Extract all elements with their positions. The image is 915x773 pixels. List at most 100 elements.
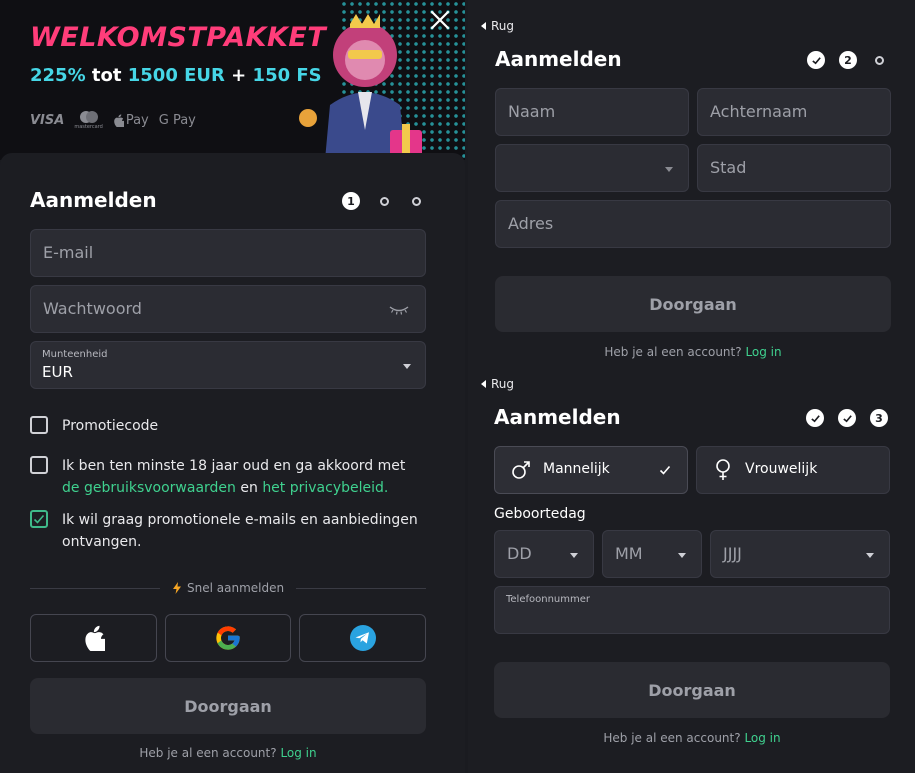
close-icon[interactable]	[428, 8, 452, 32]
login-prompt: Heb je al een account? Log in	[0, 746, 456, 760]
chevron-down-icon	[866, 553, 874, 558]
day-placeholder: DD	[507, 544, 532, 563]
back-link-step2[interactable]: Rug	[481, 19, 514, 33]
step-1-active: 1	[342, 192, 360, 210]
gender-female-option[interactable]: Vrouwelijk	[696, 446, 890, 494]
step-2-active: 2	[839, 51, 857, 69]
continue-button-step2[interactable]: Doorgaan	[495, 276, 891, 332]
eye-closed-icon[interactable]	[388, 304, 410, 316]
banner-title: WELKOMSTPAKKET	[30, 22, 327, 53]
apple-signin-button[interactable]	[30, 614, 157, 662]
terms-text-part2: en	[235, 480, 263, 496]
step-3-dot	[412, 196, 421, 206]
male-label: Mannelijk	[543, 461, 610, 477]
female-icon	[716, 459, 730, 480]
step-2-dot	[380, 196, 389, 206]
first-name-field[interactable]: Naam	[495, 88, 689, 136]
chevron-down-icon	[665, 167, 673, 172]
divider-left	[30, 588, 160, 589]
apple-pay-text: Pay	[125, 112, 149, 128]
visa-logo: VISA	[30, 112, 65, 128]
step2-indicator: 2	[807, 51, 884, 69]
back-link-step3[interactable]: Rug	[481, 377, 514, 391]
currency-value: EUR	[42, 363, 73, 381]
login-prompt-step2: Heb je al een account? Log in	[495, 345, 891, 359]
step-1-done	[807, 51, 825, 69]
divider-right	[296, 588, 426, 589]
password-placeholder: Wachtwoord	[43, 299, 142, 318]
promo-label: Promotiecode	[62, 418, 159, 434]
apple-icon	[114, 113, 124, 127]
step-2-done	[838, 409, 856, 427]
currency-select[interactable]: Munteenheid EUR	[30, 341, 426, 389]
payment-logos: VISA mastercard Pay G Pay	[30, 110, 196, 130]
check-icon	[842, 414, 852, 422]
chevron-down-icon	[403, 364, 411, 369]
year-placeholder: JJJJ	[723, 544, 742, 563]
offer-plus: +	[231, 65, 247, 86]
step2-title: Aanmelden	[495, 47, 622, 71]
welcome-banner: WELKOMSTPAKKET 225% tot 1500 EUR + 150 F…	[0, 0, 465, 160]
terms-text-part1: Ik ben ten minste 18 jaar oud en ga akko…	[62, 458, 406, 474]
page-title: Aanmelden	[30, 188, 157, 212]
step3-title: Aanmelden	[494, 405, 621, 429]
login-prompt-step3: Heb je al een account? Log in	[494, 731, 890, 745]
google-icon	[216, 626, 240, 650]
check-icon	[810, 414, 820, 422]
check-icon	[33, 514, 45, 524]
chevron-down-icon	[570, 553, 578, 558]
step3-indicator: 3	[806, 409, 888, 427]
password-field[interactable]: Wachtwoord	[30, 285, 426, 333]
birth-month-select[interactable]: MM	[602, 530, 702, 578]
address-field[interactable]: Adres	[495, 200, 891, 248]
marketing-checkbox[interactable]	[30, 510, 48, 528]
login-link[interactable]: Log in	[745, 345, 781, 359]
telegram-signin-button[interactable]	[299, 614, 426, 662]
terms-text: Ik ben ten minste 18 jaar oud en ga akko…	[62, 455, 422, 499]
login-link[interactable]: Log in	[280, 746, 316, 760]
mastercard-icon	[79, 111, 98, 123]
last-name-field[interactable]: Achternaam	[697, 88, 891, 136]
terms-checkbox[interactable]	[30, 456, 48, 474]
step-indicator: 1	[342, 192, 421, 210]
female-label: Vrouwelijk	[745, 461, 818, 477]
first-name-placeholder: Naam	[508, 102, 556, 121]
city-field[interactable]: Stad	[697, 144, 891, 192]
male-icon	[512, 461, 530, 479]
country-select[interactable]	[495, 144, 689, 192]
continue-button[interactable]: Doorgaan	[30, 678, 426, 734]
currency-label: Munteenheid	[42, 349, 108, 360]
step-1-done	[806, 409, 824, 427]
phone-field[interactable]: Telefoonnummer	[494, 586, 890, 634]
google-signin-button[interactable]	[165, 614, 291, 662]
birthday-label: Geboortedag	[494, 506, 586, 522]
login-link[interactable]: Log in	[744, 731, 780, 745]
promo-checkbox[interactable]	[30, 416, 48, 434]
email-field[interactable]: E-mail	[30, 229, 426, 277]
offer-percent: 225%	[30, 65, 86, 86]
phone-label: Telefoonnummer	[506, 594, 591, 605]
continue-button-step3[interactable]: Doorgaan	[494, 662, 890, 718]
check-icon	[811, 56, 821, 64]
have-account-text: Heb je al een account?	[139, 746, 277, 760]
quick-signup-text: Snel aanmelden	[187, 581, 285, 595]
gender-male-option[interactable]: Mannelijk	[494, 446, 688, 494]
back-text: Rug	[491, 19, 515, 33]
google-pay-logo: G Pay	[158, 112, 196, 128]
quick-signup-heading: Snel aanmelden	[173, 581, 284, 595]
month-placeholder: MM	[615, 544, 643, 563]
chevron-left-icon	[481, 22, 486, 30]
check-icon	[659, 465, 671, 475]
email-placeholder: E-mail	[43, 243, 94, 262]
step-3-dot	[875, 55, 884, 65]
address-placeholder: Adres	[508, 214, 554, 233]
last-name-placeholder: Achternaam	[710, 102, 808, 121]
birth-year-select[interactable]: JJJJ	[710, 530, 890, 578]
birth-day-select[interactable]: DD	[494, 530, 594, 578]
privacy-policy-link[interactable]: het privacybeleid.	[262, 480, 388, 496]
back-text: Rug	[491, 377, 515, 391]
lion-mascot-illustration	[299, 14, 422, 160]
terms-of-use-link[interactable]: de gebruiksvoorwaarden	[62, 480, 236, 496]
city-placeholder: Stad	[710, 158, 747, 177]
have-account-text: Heb je al een account?	[603, 731, 741, 745]
